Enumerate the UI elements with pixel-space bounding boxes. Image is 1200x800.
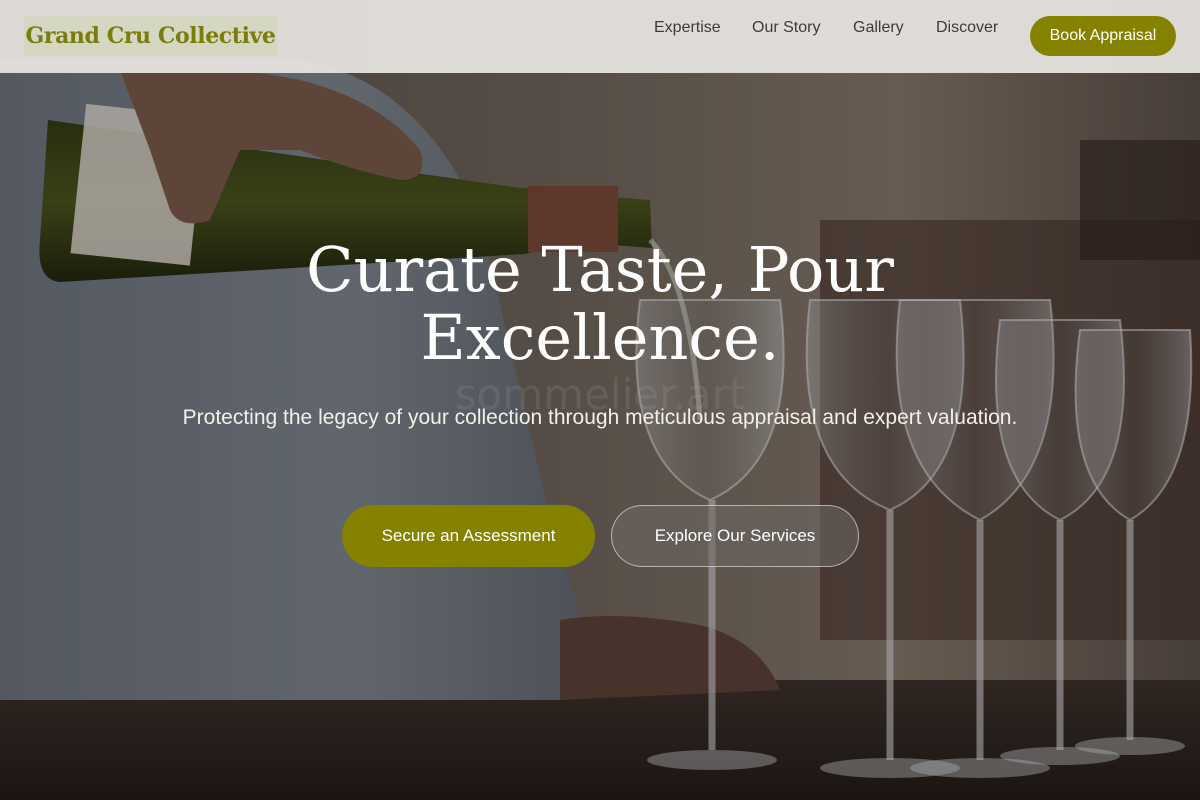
hero-headline: Curate Taste, Pour Excellence. — [150, 236, 1050, 372]
nav-link-discover[interactable]: Discover — [936, 18, 998, 38]
brand-logo[interactable]: Grand Cru Collective — [24, 16, 277, 56]
nav-link-our-story[interactable]: Our Story — [752, 18, 820, 38]
nav-link-expertise[interactable]: Expertise — [654, 18, 721, 38]
hero-headline-line2: Excellence. — [420, 301, 780, 374]
top-navigation: Grand Cru Collective Expertise Our Story… — [0, 0, 1200, 73]
hero-headline-line1: Curate Taste, Pour — [306, 233, 894, 306]
hero-section: Grand Cru Collective Expertise Our Story… — [0, 0, 1200, 800]
secure-assessment-button[interactable]: Secure an Assessment — [342, 505, 595, 567]
explore-services-button[interactable]: Explore Our Services — [611, 505, 859, 567]
book-appraisal-button[interactable]: Book Appraisal — [1030, 16, 1176, 56]
nav-link-gallery[interactable]: Gallery — [853, 18, 904, 38]
hero-subtitle: Protecting the legacy of your collection… — [182, 406, 1018, 429]
